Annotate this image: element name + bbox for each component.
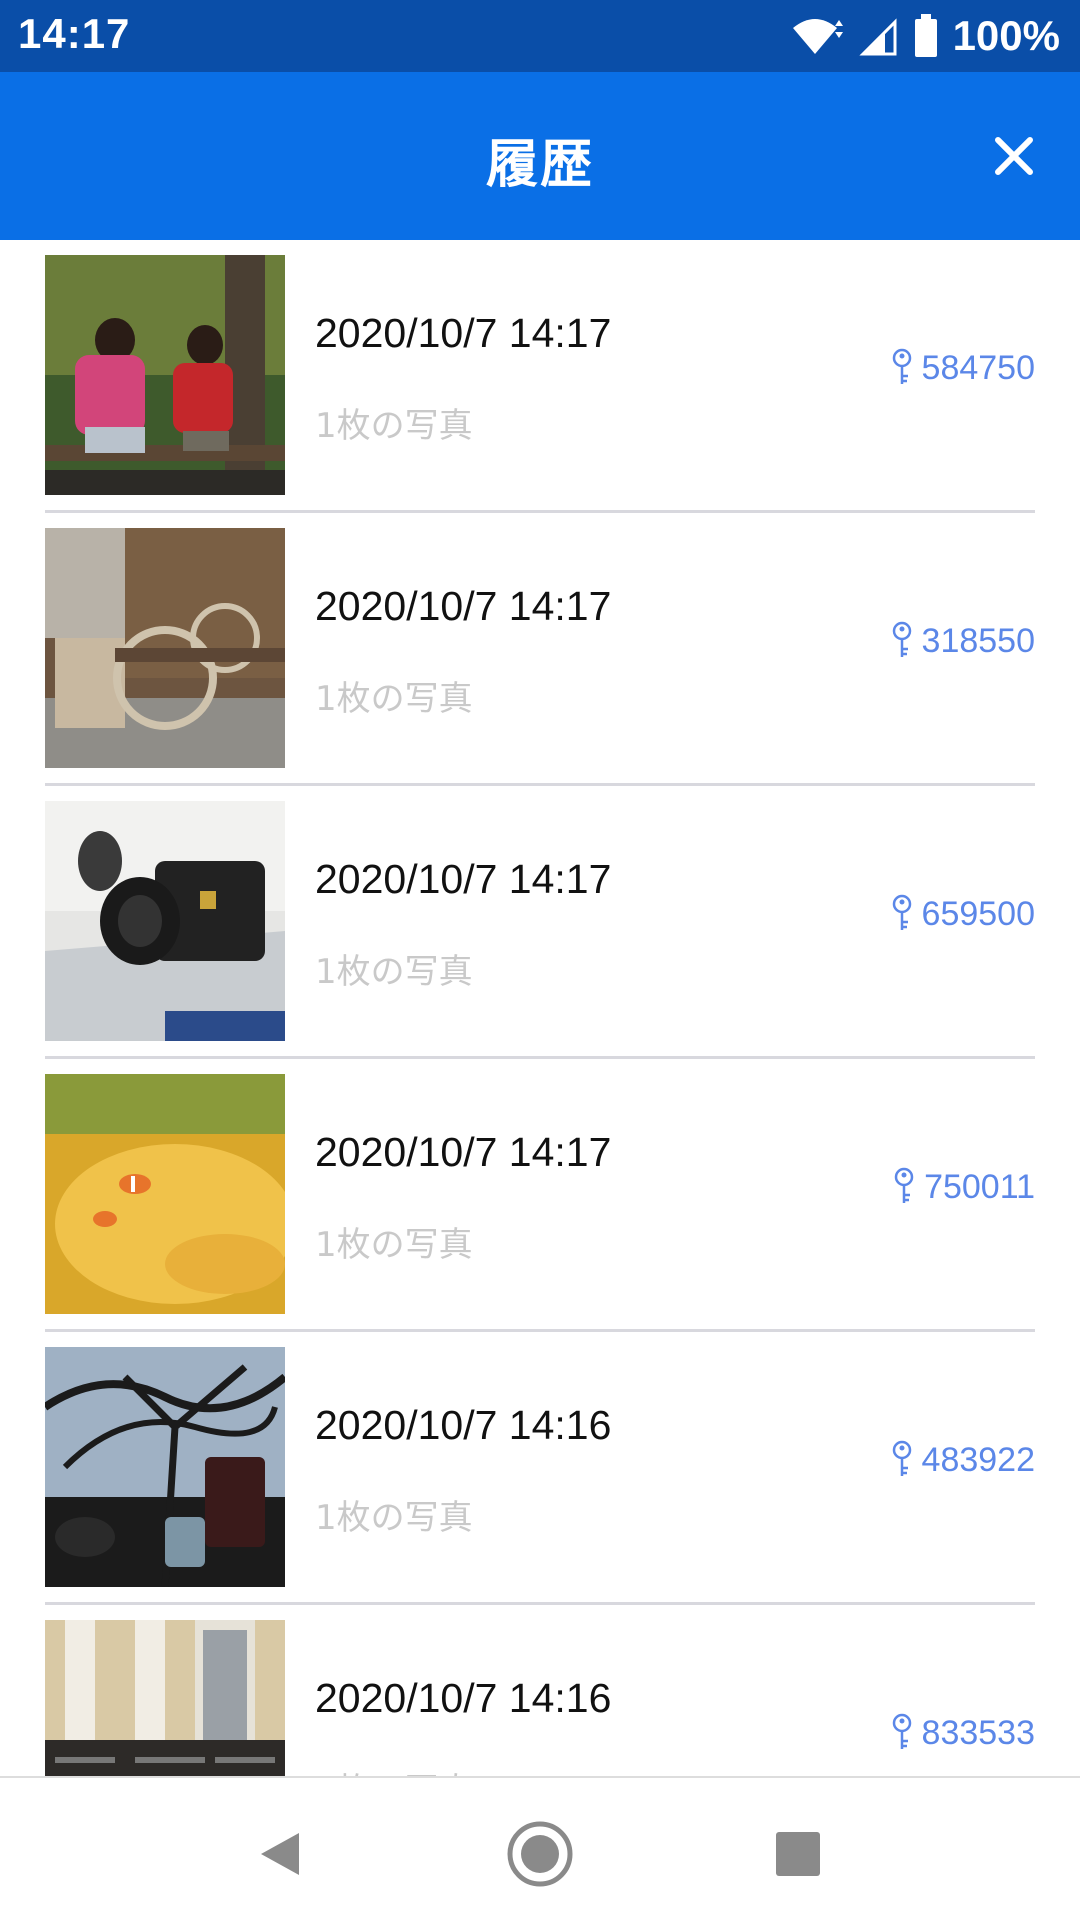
key-icon bbox=[892, 894, 911, 930]
item-key-number: 483922 bbox=[921, 1440, 1035, 1479]
status-icons: 100% bbox=[791, 10, 1060, 62]
key-icon bbox=[892, 1713, 911, 1749]
key-icon bbox=[892, 621, 911, 657]
item-key: 483922 bbox=[890, 1440, 1035, 1480]
list-item[interactable]: 2020/10/7 14:17 1枚の写真 659500 bbox=[0, 786, 1080, 1059]
list-item[interactable]: 2020/10/7 14:17 1枚の写真 584750 bbox=[0, 240, 1080, 513]
list-item[interactable]: 2020/10/7 14:17 1枚の写真 750011 bbox=[0, 1059, 1080, 1332]
item-date: 2020/10/7 14:17 bbox=[315, 310, 612, 356]
app-bar: 履歴 bbox=[0, 72, 1080, 240]
item-key: 318550 bbox=[890, 621, 1035, 661]
close-icon bbox=[995, 137, 1033, 175]
thumbnail-image bbox=[45, 1347, 285, 1587]
key-icon bbox=[892, 1440, 911, 1476]
system-nav-bar bbox=[0, 1776, 1080, 1922]
thumbnail-image bbox=[45, 528, 285, 768]
status-bar: 14:17 100% bbox=[0, 0, 1080, 72]
close-button[interactable] bbox=[978, 120, 1050, 192]
item-key-number: 318550 bbox=[921, 621, 1035, 660]
thumbnail-image bbox=[45, 1074, 285, 1314]
key-icon bbox=[894, 1167, 914, 1203]
back-button[interactable] bbox=[240, 1814, 320, 1894]
item-date: 2020/10/7 14:17 bbox=[315, 583, 612, 629]
battery-percent: 100% bbox=[952, 12, 1060, 59]
item-photo-count: 1枚の写真 bbox=[315, 1763, 473, 1776]
wifi-icon bbox=[791, 16, 845, 56]
back-icon bbox=[261, 1833, 299, 1875]
item-photo-count: 1枚の写真 bbox=[315, 1498, 473, 1538]
item-photo-count: 1枚の写真 bbox=[315, 406, 473, 446]
home-button[interactable] bbox=[500, 1814, 580, 1894]
thumbnail-image bbox=[45, 1620, 285, 1776]
item-date: 2020/10/7 14:17 bbox=[315, 856, 612, 902]
list-item[interactable]: 2020/10/7 14:16 1枚の写真 483922 bbox=[0, 1332, 1080, 1605]
item-date: 2020/10/7 14:16 bbox=[315, 1675, 612, 1721]
history-list: 2020/10/7 14:17 1枚の写真 584750 2020/10/7 1… bbox=[0, 240, 1080, 1776]
item-photo-count: 1枚の写真 bbox=[315, 679, 473, 719]
item-date: 2020/10/7 14:17 bbox=[315, 1129, 612, 1175]
thumbnail-image bbox=[45, 801, 285, 1041]
key-icon bbox=[892, 348, 911, 384]
item-key-number: 833533 bbox=[921, 1713, 1035, 1752]
item-date: 2020/10/7 14:16 bbox=[315, 1402, 612, 1448]
recents-button[interactable] bbox=[758, 1814, 838, 1894]
battery-icon bbox=[913, 14, 939, 58]
item-key-number: 659500 bbox=[921, 894, 1035, 933]
item-photo-count: 1枚の写真 bbox=[315, 1225, 473, 1265]
item-key: 584750 bbox=[890, 348, 1035, 388]
thumbnail-image bbox=[45, 255, 285, 495]
item-photo-count: 1枚の写真 bbox=[315, 952, 473, 992]
list-item[interactable]: 2020/10/7 14:16 1枚の写真 833533 bbox=[0, 1605, 1080, 1776]
item-key-number: 584750 bbox=[921, 348, 1035, 387]
status-time: 14:17 bbox=[18, 10, 131, 57]
recents-icon bbox=[776, 1832, 820, 1876]
signal-icon bbox=[858, 16, 899, 56]
list-item[interactable]: 2020/10/7 14:17 1枚の写真 318550 bbox=[0, 513, 1080, 786]
item-key-number: 750011 bbox=[924, 1167, 1035, 1206]
item-key: 750011 bbox=[892, 1167, 1035, 1207]
page-title: 履歴 bbox=[485, 135, 594, 195]
home-icon bbox=[507, 1821, 573, 1887]
item-key: 833533 bbox=[890, 1713, 1035, 1753]
item-key: 659500 bbox=[890, 894, 1035, 934]
